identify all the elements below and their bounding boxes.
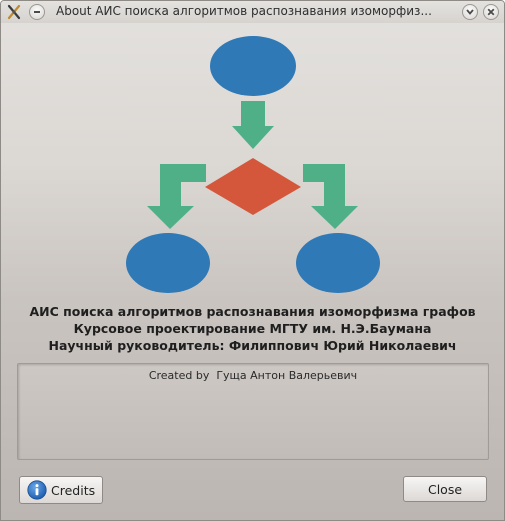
credits-button-label: Credits — [51, 483, 96, 498]
course-info: Курсовое проектирование МГТУ им. Н.Э.Бау… — [73, 321, 432, 336]
flowchart-right-ellipse — [296, 233, 380, 293]
flowchart-down-arrow — [232, 101, 274, 149]
flowchart-top-ellipse — [210, 36, 296, 96]
close-button-label: Close — [427, 482, 463, 497]
credits-button[interactable]: Credits — [19, 476, 103, 504]
supervisor-info: Научный руководитель: Филиппович Юрий Ни… — [48, 338, 457, 353]
flowchart-left-ellipse — [126, 233, 210, 293]
about-dialog-window: About АИС поиска алгоритмов распознавани… — [0, 0, 505, 521]
info-icon — [27, 480, 47, 500]
flowchart-right-arrow — [303, 164, 358, 229]
flowchart-logo — [126, 36, 380, 293]
created-by-text: Created by Гуща Антон Валерьевич — [148, 369, 358, 382]
credits-text-area[interactable]: Created by Гуща Антон Валерьевич — [17, 363, 489, 460]
flowchart-left-arrow — [147, 164, 206, 229]
project-title: АИС поиска алгоритмов распознавания изом… — [29, 304, 476, 319]
close-button[interactable]: Close — [403, 476, 487, 502]
flowchart-diamond — [205, 158, 301, 215]
about-text-block: АИС поиска алгоритмов распознавания изом… — [1, 303, 504, 354]
